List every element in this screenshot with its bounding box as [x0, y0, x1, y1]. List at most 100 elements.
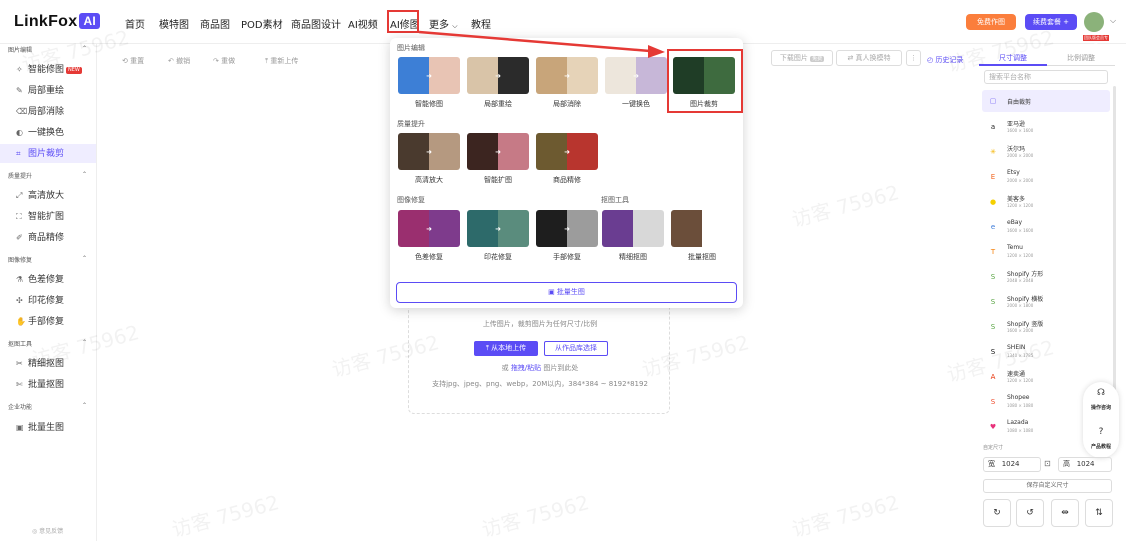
lock-icon[interactable]: ⊡ — [1044, 459, 1051, 468]
chevron-up-icon[interactable]: ⌃ — [82, 255, 87, 262]
reupload-button[interactable]: ⤒ 重新上传 — [265, 56, 298, 66]
save-custom-size-button[interactable]: 保存自定义尺寸 — [983, 479, 1112, 493]
card-label: 印花修复 — [484, 253, 512, 261]
card-label: 色差修复 — [415, 253, 443, 261]
arrow-right-icon: ➜ — [564, 225, 570, 233]
platform-item[interactable]: S Shopify 横板 2000 × 1800 — [982, 291, 1110, 313]
member-badge: 团队版会员专属 — [1083, 35, 1109, 46]
card-thumbnail: ➜ — [536, 133, 598, 170]
watermark: 访客 75962 — [789, 180, 902, 232]
dropdown-section-title: 图片编辑 — [397, 44, 425, 52]
platform-item[interactable]: ✳ 沃尔玛 2000 × 2000 — [982, 141, 1110, 163]
flip-horizontal-icon[interactable]: ⇹ — [1051, 499, 1079, 527]
card-label: 商品精修 — [553, 176, 581, 184]
nav-ai-video[interactable]: AI视频 — [348, 16, 378, 31]
arrow-right-icon: ➜ — [426, 148, 432, 156]
free-create-button[interactable]: 免费作图 — [966, 14, 1016, 30]
platform-search-input[interactable]: 搜索平台名称 — [984, 70, 1108, 84]
logo-ai-badge: AI — [79, 13, 101, 29]
sidebar-item-hand-fix[interactable]: ✋ 手部修复 — [0, 312, 96, 331]
platform-name: 美客多 — [1007, 196, 1026, 203]
nav-tutorial[interactable]: 教程 — [471, 16, 491, 31]
sidebar-item-upscale[interactable]: ⤢ 高清放大 — [0, 186, 96, 205]
platform-item[interactable]: ● 美客多 1200 × 1200 — [982, 191, 1110, 213]
platform-item[interactable]: e eBay 1600 × 1600 — [982, 216, 1110, 238]
chevron-down-icon: ⌵ — [452, 22, 458, 30]
headset-icon[interactable]: ☊ — [1083, 388, 1119, 398]
sidebar-item-outpaint[interactable]: ⛶ 智能扩图 — [0, 207, 96, 226]
card-thumbnail: ➜ — [467, 57, 529, 94]
watermark: 访客 75962 — [169, 490, 282, 542]
arrow-right-icon: ➜ — [426, 225, 432, 233]
sidebar-item-recolor[interactable]: ◐ 一键换色 — [0, 123, 96, 142]
platform-name: Temu — [1007, 244, 1023, 251]
upload-local-button[interactable]: ⤒ 从本地上传 — [474, 341, 538, 356]
card-label: 局部重绘 — [484, 100, 512, 108]
width-field[interactable]: 宽 1024 — [983, 457, 1041, 472]
reset-button[interactable]: ⟲ 重置 — [122, 56, 144, 66]
platform-logo-icon: E — [990, 173, 996, 181]
nav-more[interactable]: 更多 ⌵ — [429, 16, 458, 31]
tutorial-label[interactable]: 产品教程 — [1083, 443, 1119, 450]
platform-logo-icon: ▢ — [989, 97, 997, 105]
refine-icon: ✐ — [16, 233, 23, 242]
sidebar-item-crop[interactable]: ⌗ 图片裁剪 — [0, 144, 96, 163]
undo-button[interactable]: ↶ 撤销 — [168, 56, 190, 66]
card-thumbnail — [671, 210, 733, 247]
sidebar-item-color-fix[interactable]: ⚗ 色差修复 — [0, 270, 96, 289]
nav-model-image[interactable]: 模特图 — [159, 16, 189, 31]
sidebar-item-batch-cutout[interactable]: ✄ 批量抠图 — [0, 375, 96, 394]
image-icon: ▣ — [16, 423, 24, 432]
replace-model-button[interactable]: ⇄ 真人换模特 — [836, 50, 902, 66]
extend-icon: ⛶ — [16, 212, 22, 221]
platform-item[interactable]: ▢ 自由裁剪 — [982, 90, 1110, 112]
platform-item[interactable]: T Temu 1200 × 1200 — [982, 241, 1110, 263]
flip-vertical-icon[interactable]: ⇅ — [1085, 499, 1113, 527]
platform-logo-icon: S — [990, 398, 996, 406]
upload-dropzone[interactable]: 上传图片，裁剪图片为任何尺寸/比例 ⤒ 从本地上传 从作品库选择 或 拖拽/粘贴… — [408, 300, 670, 414]
redo-button[interactable]: ↷ 重做 — [213, 56, 235, 66]
nav-product-image[interactable]: 商品图 — [200, 16, 230, 31]
sidebar-item-product-refine[interactable]: ✐ 商品精修 — [0, 228, 96, 247]
platform-item[interactable]: E Etsy 2000 × 2000 — [982, 166, 1110, 188]
ops-consult-label[interactable]: 操作咨询 — [1083, 404, 1119, 411]
chevron-up-icon[interactable]: ⌃ — [82, 171, 87, 178]
watermark: 访客 75962 — [479, 490, 592, 542]
card-thumbnail: ➜ — [467, 133, 529, 170]
batch-generate-button[interactable]: ▣ 批量生图 — [396, 282, 737, 303]
logo[interactable]: LinkFox AI — [14, 13, 101, 31]
format-hint: 支持jpg、jpeg、png、webp，20M以内，384*384 ~ 8192… — [432, 380, 648, 388]
help-icon[interactable]: ? — [1083, 427, 1119, 437]
rotate-left-icon[interactable]: ↺ — [1016, 499, 1044, 527]
chevron-up-icon[interactable]: ⌃ — [82, 402, 87, 409]
drag-hint: 或 拖拽/粘贴 图片到此处 — [501, 364, 579, 372]
platform-item[interactable]: a 亚马逊 1600 × 1600 — [982, 116, 1110, 138]
chevron-down-icon[interactable]: ⌵ — [1110, 16, 1116, 26]
platform-item[interactable]: S Shopify 方形 2048 × 2048 — [982, 266, 1110, 288]
nav-pod[interactable]: POD素材 — [241, 16, 283, 31]
batch-cutout-icon: ✄ — [16, 380, 23, 389]
sidebar-item-erase[interactable]: ⌫局部消除 — [0, 102, 96, 121]
select-from-library-button[interactable]: 从作品库选择 — [544, 341, 608, 356]
rotate-right-icon[interactable]: ↻ — [983, 499, 1011, 527]
tab-ratio-adjust[interactable]: 比例调整 — [1047, 50, 1115, 66]
sidebar-item-print-fix[interactable]: ✣ 印花修复 — [0, 291, 96, 310]
feedback-link[interactable]: ◎ 意见反馈 — [32, 526, 63, 535]
height-field[interactable]: 高 1024 — [1058, 457, 1112, 472]
sidebar-item-inpaint[interactable]: ✎ 局部重绘 — [0, 81, 96, 100]
card-thumbnail: ➜ — [398, 210, 460, 247]
platform-dimensions: 2000 × 2000 — [1007, 153, 1034, 158]
card-label: 手部修复 — [553, 253, 581, 261]
sidebar-item-batch-generate[interactable]: ▣ 批量生图 — [0, 418, 96, 437]
platform-logo-icon: e — [990, 223, 996, 231]
avatar[interactable] — [1084, 12, 1104, 32]
arrow-right-icon: ➜ — [564, 148, 570, 156]
more-options-button[interactable]: ⋮ — [906, 50, 921, 66]
drag-paste-link[interactable]: 拖拽/粘贴 — [511, 364, 541, 372]
cutout-icon: ✂ — [16, 359, 23, 368]
nav-product-design[interactable]: 商品图设计 — [291, 16, 341, 31]
arrow-right-icon: ➜ — [495, 225, 501, 233]
nav-home[interactable]: 首页 — [125, 16, 145, 31]
platform-dimensions: 2048 × 2048 — [1007, 278, 1034, 283]
download-button[interactable]: 下载图片 免费 — [771, 50, 833, 66]
